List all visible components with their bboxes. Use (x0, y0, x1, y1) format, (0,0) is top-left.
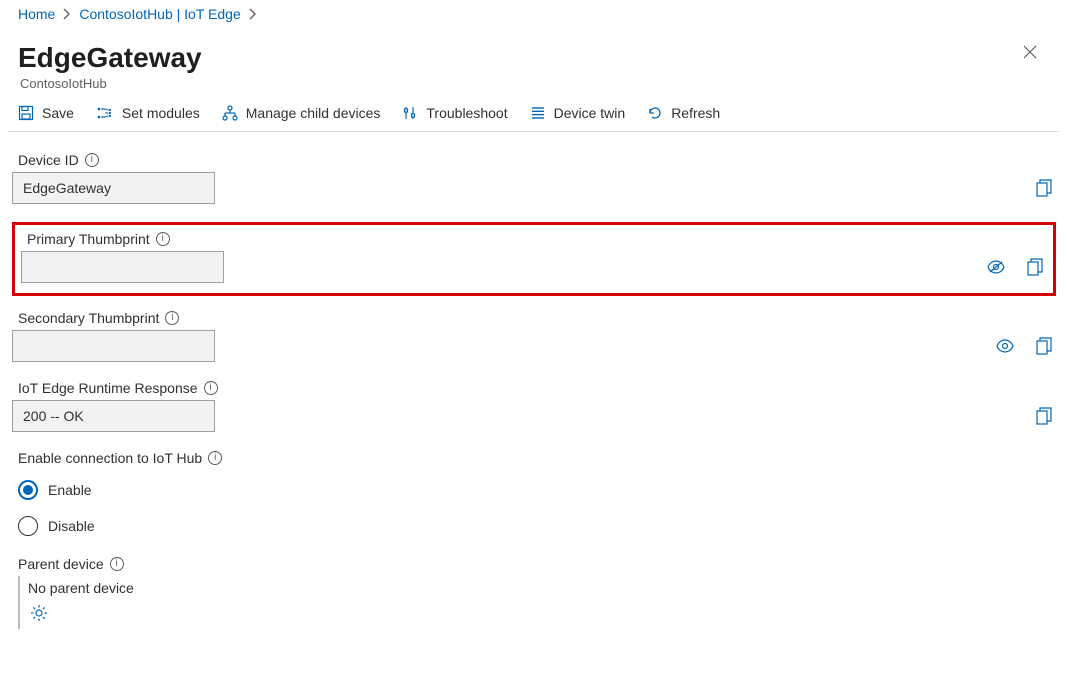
eye-icon (987, 260, 1005, 274)
device-twin-button[interactable]: Device twin (530, 105, 626, 121)
device-id-label: Device ID (18, 152, 79, 168)
disable-radio-label: Disable (48, 518, 95, 534)
secondary-thumbprint-field: Secondary Thumbprint i (12, 310, 1056, 362)
save-button[interactable]: Save (18, 105, 74, 121)
reveal-button[interactable] (994, 337, 1016, 355)
refresh-label: Refresh (671, 105, 720, 121)
chevron-right-icon (63, 8, 71, 20)
save-label: Save (42, 105, 74, 121)
form-section: Device ID i Primary Thumbprint i (8, 152, 1060, 629)
breadcrumb-home[interactable]: Home (18, 6, 55, 22)
save-icon (18, 105, 34, 121)
info-icon[interactable]: i (208, 451, 222, 465)
eye-icon (996, 339, 1014, 353)
breadcrumb: Home ContosoIotHub | IoT Edge (8, 0, 1060, 28)
manage-child-devices-label: Manage child devices (246, 105, 381, 121)
copy-icon (1027, 258, 1043, 276)
info-icon[interactable]: i (85, 153, 99, 167)
page-header: EdgeGateway ContosoIotHub (8, 28, 1060, 91)
device-id-field: Device ID i (12, 152, 1056, 204)
parent-device-field: Parent device i No parent device (12, 556, 1056, 629)
secondary-thumbprint-input[interactable] (12, 330, 215, 362)
command-bar: Save Set modules Manage child devices Tr… (8, 91, 1060, 132)
info-icon[interactable]: i (165, 311, 179, 325)
device-id-input[interactable] (12, 172, 215, 204)
enable-radio[interactable]: Enable (18, 480, 1050, 500)
copy-icon (1036, 179, 1052, 197)
breadcrumb-hub[interactable]: ContosoIotHub | IoT Edge (79, 6, 240, 22)
info-icon[interactable]: i (110, 557, 124, 571)
reveal-button[interactable] (985, 258, 1007, 276)
enable-radio-label: Enable (48, 482, 92, 498)
copy-icon (1036, 337, 1052, 355)
close-button[interactable] (1010, 36, 1050, 68)
troubleshoot-label: Troubleshoot (426, 105, 507, 121)
set-modules-button[interactable]: Set modules (96, 105, 200, 121)
parent-device-label: Parent device (18, 556, 104, 572)
troubleshoot-button[interactable]: Troubleshoot (402, 105, 507, 121)
device-twin-label: Device twin (554, 105, 626, 121)
copy-button[interactable] (1032, 177, 1056, 199)
parent-device-value: No parent device (28, 580, 1050, 596)
runtime-response-input[interactable] (12, 400, 215, 432)
page-subtitle: ContosoIotHub (20, 76, 202, 91)
connection-field: Enable connection to IoT Hub i Enable Di… (12, 450, 1056, 536)
list-icon (530, 105, 546, 121)
primary-thumbprint-label: Primary Thumbprint (27, 231, 150, 247)
copy-button[interactable] (1032, 405, 1056, 427)
copy-icon (1036, 407, 1052, 425)
gear-icon (30, 604, 48, 622)
refresh-button[interactable]: Refresh (647, 105, 720, 121)
primary-thumbprint-input[interactable] (21, 251, 224, 283)
troubleshoot-icon (402, 105, 418, 121)
copy-button[interactable] (1023, 256, 1047, 278)
copy-button[interactable] (1032, 335, 1056, 357)
manage-child-devices-button[interactable]: Manage child devices (222, 105, 381, 121)
disable-radio[interactable]: Disable (18, 516, 1050, 536)
tree-icon (222, 105, 238, 121)
chevron-right-icon (249, 8, 257, 20)
info-icon[interactable]: i (204, 381, 218, 395)
close-icon (1022, 44, 1038, 60)
parent-device-settings-button[interactable] (28, 602, 50, 624)
primary-thumbprint-highlight: Primary Thumbprint i (12, 222, 1056, 296)
runtime-response-label: IoT Edge Runtime Response (18, 380, 198, 396)
info-icon[interactable]: i (156, 232, 170, 246)
page-title: EdgeGateway (18, 42, 202, 74)
secondary-thumbprint-label: Secondary Thumbprint (18, 310, 159, 326)
connection-label: Enable connection to IoT Hub (18, 450, 202, 466)
set-modules-label: Set modules (122, 105, 200, 121)
runtime-response-field: IoT Edge Runtime Response i (12, 380, 1056, 432)
modules-icon (96, 105, 114, 121)
refresh-icon (647, 105, 663, 121)
